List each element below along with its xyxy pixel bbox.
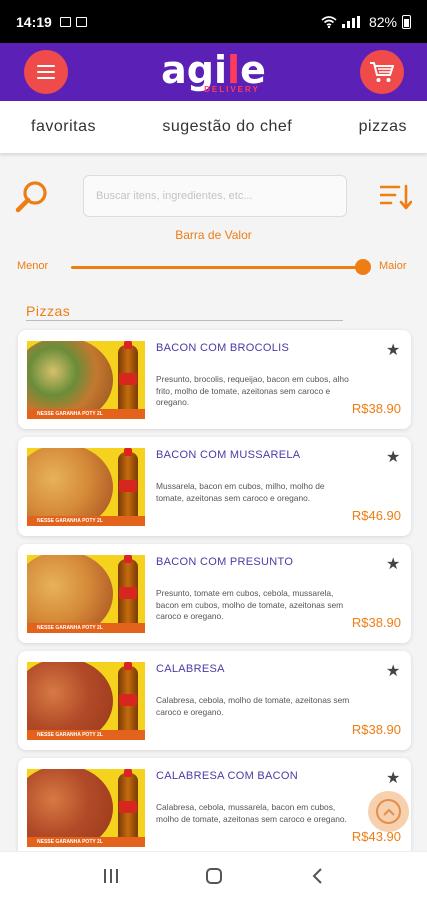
back-icon[interactable] — [311, 867, 323, 885]
price-filter-title: Barra de Valor — [175, 228, 252, 242]
slider-track[interactable] — [71, 266, 363, 269]
system-nav-bar — [0, 851, 427, 900]
chevron-up-icon — [376, 799, 401, 824]
product-name: CALABRESA — [156, 663, 225, 675]
section-title: Pizzas — [26, 303, 71, 319]
scroll-to-top-button[interactable] — [368, 791, 409, 832]
battery-icon — [402, 14, 411, 29]
screen-icon — [75, 16, 87, 27]
product-price: R$38.90 — [351, 722, 401, 737]
product-description: Presunto, tomate em cubos, cebola, mussa… — [156, 588, 344, 622]
favorite-star-icon[interactable]: ★ — [386, 768, 400, 788]
favorite-star-icon[interactable]: ★ — [386, 340, 400, 360]
status-bar: 14:19 82% — [0, 0, 427, 43]
product-description: Mussarela, bacon em cubos, milho, molho … — [156, 481, 325, 503]
wifi-icon — [321, 15, 337, 28]
gallery-icon — [59, 16, 71, 27]
tab-sugestao-do-chef[interactable]: sugestão do chef — [162, 118, 292, 136]
product-card[interactable]: NESSE GARANHA POTY 2L BACON COM MUSSAREL… — [18, 437, 411, 536]
app-header: agile DELIVERY — [0, 43, 427, 101]
home-icon[interactable] — [206, 868, 223, 884]
status-time: 14:19 — [16, 13, 52, 30]
product-image: NESSE GARANHA POTY 2L — [27, 448, 145, 526]
slider-min-label: Menor — [17, 260, 49, 272]
product-image: NESSE GARANHA POTY 2L — [27, 341, 145, 419]
menu-button[interactable] — [24, 50, 68, 94]
recents-icon[interactable] — [104, 869, 119, 883]
search-row — [0, 168, 427, 224]
category-tabs: favoritas sugestão do chef pizzas — [0, 101, 427, 153]
product-name: BACON COM MUSSARELA — [156, 449, 301, 461]
product-price: R$46.90 — [351, 508, 401, 523]
slider-max-label: Maior — [379, 260, 407, 272]
product-image: NESSE GARANHA POTY 2L — [27, 662, 145, 740]
product-card[interactable]: NESSE GARANHA POTY 2L CALABRESA COM BACO… — [18, 758, 411, 857]
price-slider: Menor Maior — [0, 257, 427, 277]
battery-percent: 82% — [368, 13, 397, 30]
product-name: BACON COM BROCOLIS — [156, 342, 290, 354]
product-image: NESSE GARANHA POTY 2L — [27, 769, 145, 847]
product-description: Calabresa, cebola, mussarela, bacon em c… — [156, 802, 347, 824]
product-card[interactable]: NESSE GARANHA POTY 2L BACON COM BROCOLIS… — [18, 330, 411, 429]
product-name: BACON COM PRESUNTO — [156, 556, 294, 568]
search-input[interactable] — [83, 175, 347, 217]
product-image: NESSE GARANHA POTY 2L — [27, 555, 145, 633]
cart-button[interactable] — [360, 50, 404, 94]
favorite-star-icon[interactable]: ★ — [386, 447, 400, 467]
section-divider — [26, 320, 343, 321]
tab-pizzas[interactable]: pizzas — [359, 118, 407, 136]
sort-icon[interactable] — [380, 183, 412, 211]
tab-favoritas[interactable]: favoritas — [31, 118, 96, 136]
product-list: NESSE GARANHA POTY 2L BACON COM BROCOLIS… — [18, 330, 411, 865]
product-name: CALABRESA COM BACON — [156, 770, 299, 782]
notification-icons — [59, 16, 87, 27]
cart-icon — [370, 62, 394, 82]
product-card[interactable]: NESSE GARANHA POTY 2L BACON COM PRESUNTO… — [18, 544, 411, 643]
search-icon[interactable] — [14, 179, 50, 215]
hamburger-icon — [37, 61, 55, 83]
status-right: 82% — [321, 14, 411, 30]
product-card[interactable]: NESSE GARANHA POTY 2L CALABRESA Calabres… — [18, 651, 411, 750]
signal-icon — [341, 15, 360, 28]
slider-handle[interactable] — [355, 259, 371, 275]
product-description: Calabresa, cebola, molho de tomate, azei… — [156, 695, 350, 717]
product-description: Presunto, brocolis, requeijao, bacon em … — [156, 374, 349, 408]
product-price: R$38.90 — [351, 401, 401, 416]
product-price: R$38.90 — [351, 615, 401, 630]
app-logo: agile DELIVERY — [161, 47, 266, 94]
favorite-star-icon[interactable]: ★ — [386, 661, 400, 681]
favorite-star-icon[interactable]: ★ — [386, 554, 400, 574]
